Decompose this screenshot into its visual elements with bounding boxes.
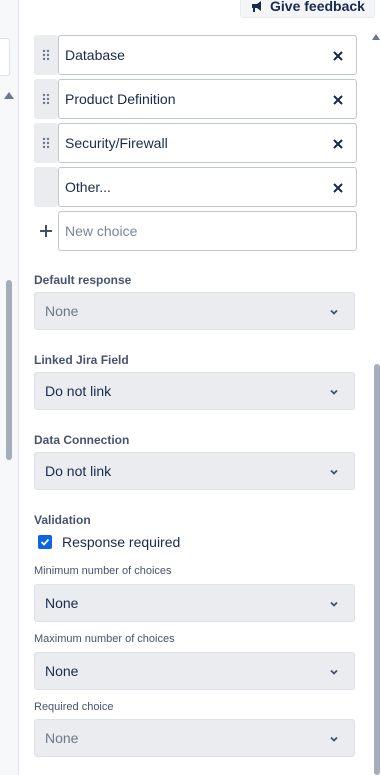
checkmark-icon [40,538,50,546]
response-required-label: Response required [62,534,181,550]
max-choices-value: None [45,663,79,679]
drag-handle-icon[interactable] [34,35,58,75]
chevron-down-icon [328,597,340,609]
max-choices-select[interactable]: None [34,652,355,690]
close-icon[interactable] [332,49,344,61]
close-icon[interactable] [332,93,344,105]
choice-input[interactable]: Other... [58,167,357,207]
default-response-select[interactable]: None [34,292,355,330]
chevron-down-icon [328,665,340,677]
plus-icon[interactable] [34,211,58,251]
right-scrollbar[interactable] [372,0,381,775]
left-gutter [0,0,19,775]
data-connection-value: Do not link [45,463,112,479]
choice-row: Security/Firewall [34,123,357,163]
validation-label: Validation [34,513,91,527]
required-choice-select[interactable]: None [34,719,355,757]
default-response-value: None [45,303,79,319]
close-icon[interactable] [332,181,344,193]
chevron-down-icon [328,732,340,744]
collapsed-panel-tab[interactable] [0,38,10,76]
data-connection-select[interactable]: Do not link [34,452,355,490]
linked-jira-field-label: Linked Jira Field [34,353,129,367]
give-feedback-label: Give feedback [270,0,365,14]
choice-label: Database [65,47,125,63]
choice-input[interactable]: Security/Firewall [58,123,357,163]
scroll-up-arrow-icon[interactable] [4,92,14,99]
question-settings-panel: Give feedback Database Product Definitio… [0,0,381,775]
min-choices-select[interactable]: None [34,584,355,622]
close-icon[interactable] [332,137,344,149]
give-feedback-button[interactable]: Give feedback [240,0,375,18]
chevron-down-icon [328,465,340,477]
new-choice-input[interactable]: New choice [58,211,357,251]
megaphone-icon [250,0,264,13]
required-choice-value: None [45,730,79,746]
min-choices-label: Minimum number of choices [34,565,172,577]
choice-row: Product Definition [34,79,357,119]
choice-row-other: Other... [34,167,357,207]
new-choice-placeholder: New choice [65,223,138,239]
choice-label: Product Definition [65,91,176,107]
linked-jira-field-select[interactable]: Do not link [34,372,355,410]
data-connection-label: Data Connection [34,433,130,447]
chevron-down-icon [328,305,340,317]
default-response-label: Default response [34,273,132,287]
required-choice-label: Required choice [34,701,114,713]
response-required-checkbox[interactable] [38,535,52,549]
response-required-checkbox-row[interactable]: Response required [38,534,180,550]
drag-handle-icon[interactable] [34,123,58,163]
scroll-up-arrow-icon[interactable] [372,34,380,40]
new-choice-row: New choice [34,211,357,251]
left-scrollbar-thumb[interactable] [6,280,12,460]
chevron-down-icon [328,385,340,397]
choice-label: Other... [65,179,111,195]
min-choices-value: None [45,595,79,611]
choice-input[interactable]: Product Definition [58,79,357,119]
right-scrollbar-thumb[interactable] [374,364,380,775]
choice-input[interactable]: Database [58,35,357,75]
choice-row: Database [34,35,357,75]
linked-jira-field-value: Do not link [45,383,112,399]
max-choices-label: Maximum number of choices [34,633,175,645]
drag-handle-placeholder [34,167,58,207]
choice-label: Security/Firewall [65,135,168,151]
drag-handle-icon[interactable] [34,79,58,119]
